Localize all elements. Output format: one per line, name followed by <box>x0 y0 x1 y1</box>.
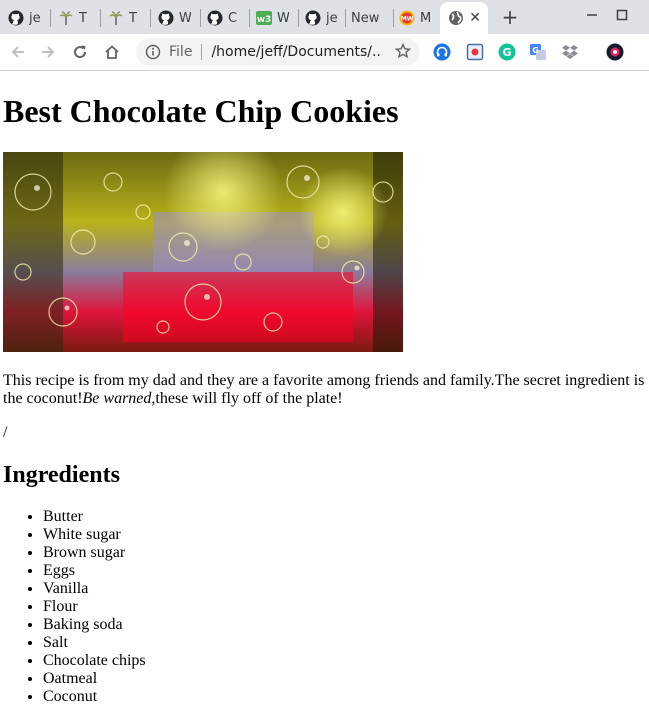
tab-strip: jeff T T W C w3 W je <box>0 0 649 34</box>
ingredient-item: Salt <box>43 634 146 652</box>
tab-separator <box>200 9 201 27</box>
tab-separator <box>393 9 394 27</box>
github-icon <box>158 10 174 26</box>
minimize-button[interactable] <box>578 2 606 28</box>
ingredient-item: Oatmeal <box>43 670 146 688</box>
tab-title: C <box>228 10 238 26</box>
extension-screenshot-icon[interactable] <box>466 43 484 61</box>
ingredients-heading: Ingredients <box>3 462 120 488</box>
tab-1[interactable]: jeff <box>8 2 48 34</box>
w3-icon: w3 <box>256 10 272 26</box>
tab-separator <box>298 9 299 27</box>
url-text[interactable]: /home/jeff/Documents/... <box>211 44 381 60</box>
slash-text: / <box>3 424 8 441</box>
forward-arrow-icon <box>42 46 55 58</box>
home-icon <box>105 45 119 59</box>
home-button[interactable] <box>101 41 123 63</box>
github-icon <box>207 10 223 26</box>
address-bar[interactable]: File /home/jeff/Documents/... <box>136 38 420 66</box>
tab-3[interactable]: T <box>108 2 148 34</box>
tab-separator <box>100 9 101 27</box>
tab-title: T <box>79 10 87 26</box>
tab-9[interactable]: MW M <box>399 2 437 34</box>
url-scheme-label: File <box>169 44 193 60</box>
tab-6[interactable]: w3 W <box>256 2 296 34</box>
tab-title: W <box>277 10 289 26</box>
ingredient-item: Eggs <box>43 562 146 580</box>
tab-7[interactable]: je <box>305 2 345 34</box>
new-tab-button[interactable]: + <box>499 6 521 28</box>
dropbox-icon[interactable] <box>561 43 579 61</box>
tab-title: jeff <box>29 10 41 26</box>
grammarly-icon[interactable]: G <box>498 43 516 61</box>
tab-title: je <box>326 10 338 26</box>
maximize-button[interactable] <box>608 2 636 28</box>
tab-8[interactable]: New <box>351 2 393 34</box>
palm-tree-icon <box>58 10 74 26</box>
omnibox-divider <box>201 44 203 60</box>
ingredient-item: White sugar <box>43 526 146 544</box>
profile-avatar-icon[interactable] <box>606 43 624 61</box>
tab-active[interactable]: ✕ <box>440 2 488 34</box>
intro-emphasis: Be warned <box>82 390 152 407</box>
ingredient-item: Coconut <box>43 688 146 706</box>
ingredient-item: Butter <box>43 508 146 526</box>
ingredient-item: Baking soda <box>43 616 146 634</box>
svg-text:G: G <box>502 46 511 59</box>
tab-title: T <box>129 10 137 26</box>
back-button[interactable] <box>7 41 29 63</box>
ingredient-item: Chocolate chips <box>43 652 146 670</box>
tab-separator <box>50 9 51 27</box>
ingredients-list: Butter White sugar Brown sugar Eggs Vani… <box>0 508 146 706</box>
palm-tree-icon <box>108 10 124 26</box>
page-title: Best Chocolate Chip Cookies <box>3 93 399 129</box>
svg-text:G: G <box>532 46 539 55</box>
mw-icon: MW <box>399 10 415 26</box>
tab-2[interactable]: T <box>58 2 98 34</box>
back-arrow-icon <box>11 46 24 58</box>
tab-title: W <box>179 10 191 26</box>
bookmark-star-icon[interactable] <box>394 42 412 59</box>
intro-tail: ,these will fly off of the plate! <box>151 390 343 407</box>
hero-image <box>3 152 403 352</box>
intro-paragraph: This recipe is from my dad and they are … <box>3 372 649 408</box>
tab-separator <box>150 9 151 27</box>
extension-headphones-icon[interactable] <box>433 43 451 61</box>
tab-title: New <box>351 10 380 26</box>
tab-separator <box>345 9 346 27</box>
ingredient-item: Vanilla <box>43 580 146 598</box>
close-tab-icon[interactable]: ✕ <box>469 10 481 26</box>
svg-text:w3: w3 <box>257 15 272 25</box>
ingredient-item: Flour <box>43 598 146 616</box>
github-icon <box>8 10 24 26</box>
ingredient-item: Brown sugar <box>43 544 146 562</box>
page-content: Best Chocolate Chip Cookies This recipe … <box>0 71 649 709</box>
reload-icon <box>74 45 87 59</box>
reload-button[interactable] <box>69 41 91 63</box>
tab-separator <box>249 9 250 27</box>
info-icon[interactable] <box>145 44 161 60</box>
github-icon <box>305 10 321 26</box>
svg-text:MW: MW <box>401 16 414 23</box>
globe-icon <box>448 10 464 26</box>
tab-title: M <box>420 10 430 26</box>
translate-icon[interactable]: G <box>529 43 547 61</box>
browser-toolbar: File /home/jeff/Documents/... G G <box>0 34 649 71</box>
tab-5[interactable]: C <box>207 2 247 34</box>
tab-4[interactable]: W <box>158 2 198 34</box>
forward-button[interactable] <box>37 41 59 63</box>
